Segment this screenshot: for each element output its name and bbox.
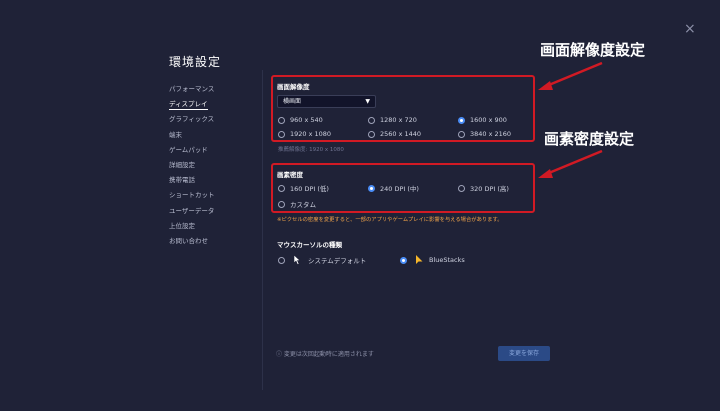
density-option-label: 320 DPI (高) <box>470 185 509 193</box>
page-title: 環境設定 <box>169 55 222 69</box>
resolution-option-label: 1280 x 720 <box>380 116 417 124</box>
resolution-option-label: 1600 x 900 <box>470 116 507 124</box>
dropdown-caret-icon: ▼ <box>365 98 370 105</box>
arrow-cursor-icon <box>293 255 301 265</box>
sidebar-item-advanced[interactable]: 詳細設定 <box>169 158 259 173</box>
density-option-320[interactable]: 320 DPI (高) <box>458 183 509 193</box>
resolution-option-1600[interactable]: 1600 x 900 <box>458 116 507 124</box>
radio-button[interactable] <box>278 256 285 264</box>
cursor-option-label: BlueStacks <box>429 256 465 264</box>
sidebar-nav: パフォーマンス ディスプレイ グラフィックス 端末 ゲームパッド 詳細設定 携帯… <box>169 82 259 249</box>
annotation-resolution-setting: 画面解像度設定 <box>540 41 646 59</box>
annotation-density-setting: 画素密度設定 <box>544 130 635 148</box>
density-option-160[interactable]: 160 DPI (低) <box>278 183 329 193</box>
density-option-label: カスタム <box>290 201 316 209</box>
bluestacks-cursor-icon <box>416 255 423 264</box>
resolution-option-label: 1920 x 1080 <box>290 130 332 138</box>
sidebar-item-display[interactable]: ディスプレイ <box>169 97 259 112</box>
resolution-option-1920[interactable]: 1920 x 1080 <box>278 130 331 138</box>
resolution-label: 画面解像度 <box>277 83 310 91</box>
cursor-label: マウスカーソルの種類 <box>277 241 342 249</box>
sidebar-item-user-data[interactable]: ユーザーデータ <box>169 204 259 219</box>
radio-button[interactable] <box>278 184 285 192</box>
density-option-label: 240 DPI (中) <box>380 185 419 193</box>
radio-button[interactable] <box>278 130 285 138</box>
radio-button-selected[interactable] <box>458 116 465 124</box>
resolution-option-2560[interactable]: 2560 x 1440 <box>368 130 421 138</box>
sidebar-item-performance[interactable]: パフォーマンス <box>169 82 259 97</box>
cursor-option-label: システムデフォルト <box>308 257 367 265</box>
resolution-option-960[interactable]: 960 x 540 <box>278 116 323 124</box>
resolution-option-label: 2560 x 1440 <box>380 130 422 138</box>
orientation-select-value: 横画面 <box>283 98 302 105</box>
sidebar-item-shortcuts[interactable]: ショートカット <box>169 188 259 203</box>
sidebar-item-gamepad[interactable]: ゲームパッド <box>169 143 259 158</box>
close-icon[interactable]: × <box>684 22 696 36</box>
radio-button-selected[interactable] <box>368 184 375 192</box>
save-changes-button[interactable]: 変更を保存 <box>498 346 550 361</box>
density-option-label: 160 DPI (低) <box>290 185 329 193</box>
cursor-option-bluestacks[interactable]: BlueStacks <box>400 255 465 265</box>
resolution-option-label: 960 x 540 <box>290 116 323 124</box>
radio-button[interactable] <box>368 116 375 124</box>
radio-button[interactable] <box>458 184 465 192</box>
density-option-240[interactable]: 240 DPI (中) <box>368 183 419 193</box>
restart-note: ⓘ 変更は次回起動時に適用されます <box>276 351 374 358</box>
density-option-custom[interactable]: カスタム <box>278 199 316 209</box>
density-warning: ※ピクセルの密度を変更すると、一部のアプリやゲームプレイに影響を与える場合があり… <box>277 217 503 223</box>
cursor-option-system[interactable]: システムデフォルト <box>278 255 366 265</box>
radio-button[interactable] <box>458 130 465 138</box>
radio-button[interactable] <box>278 200 285 208</box>
red-arrow-icon <box>538 149 603 178</box>
red-arrow-icon <box>538 61 603 90</box>
sidebar-item-preferences[interactable]: 上位設定 <box>169 219 259 234</box>
resolution-option-3840[interactable]: 3840 x 2160 <box>458 130 511 138</box>
recommended-resolution: 推薦解像度: 1920 x 1080 <box>278 147 344 153</box>
radio-button[interactable] <box>278 116 285 124</box>
sidebar-item-contact[interactable]: お問い合わせ <box>169 234 259 249</box>
resolution-option-label: 3840 x 2160 <box>470 130 512 138</box>
sidebar-divider <box>262 70 263 390</box>
orientation-select[interactable]: 横画面 ▼ <box>277 95 376 108</box>
sidebar-item-device[interactable]: 端末 <box>169 128 259 143</box>
resolution-option-1280[interactable]: 1280 x 720 <box>368 116 417 124</box>
sidebar-item-phone[interactable]: 携帯電話 <box>169 173 259 188</box>
radio-button-selected[interactable] <box>400 256 407 264</box>
radio-button[interactable] <box>368 130 375 138</box>
sidebar-item-graphics[interactable]: グラフィックス <box>169 112 259 127</box>
density-label: 画素密度 <box>277 171 303 179</box>
